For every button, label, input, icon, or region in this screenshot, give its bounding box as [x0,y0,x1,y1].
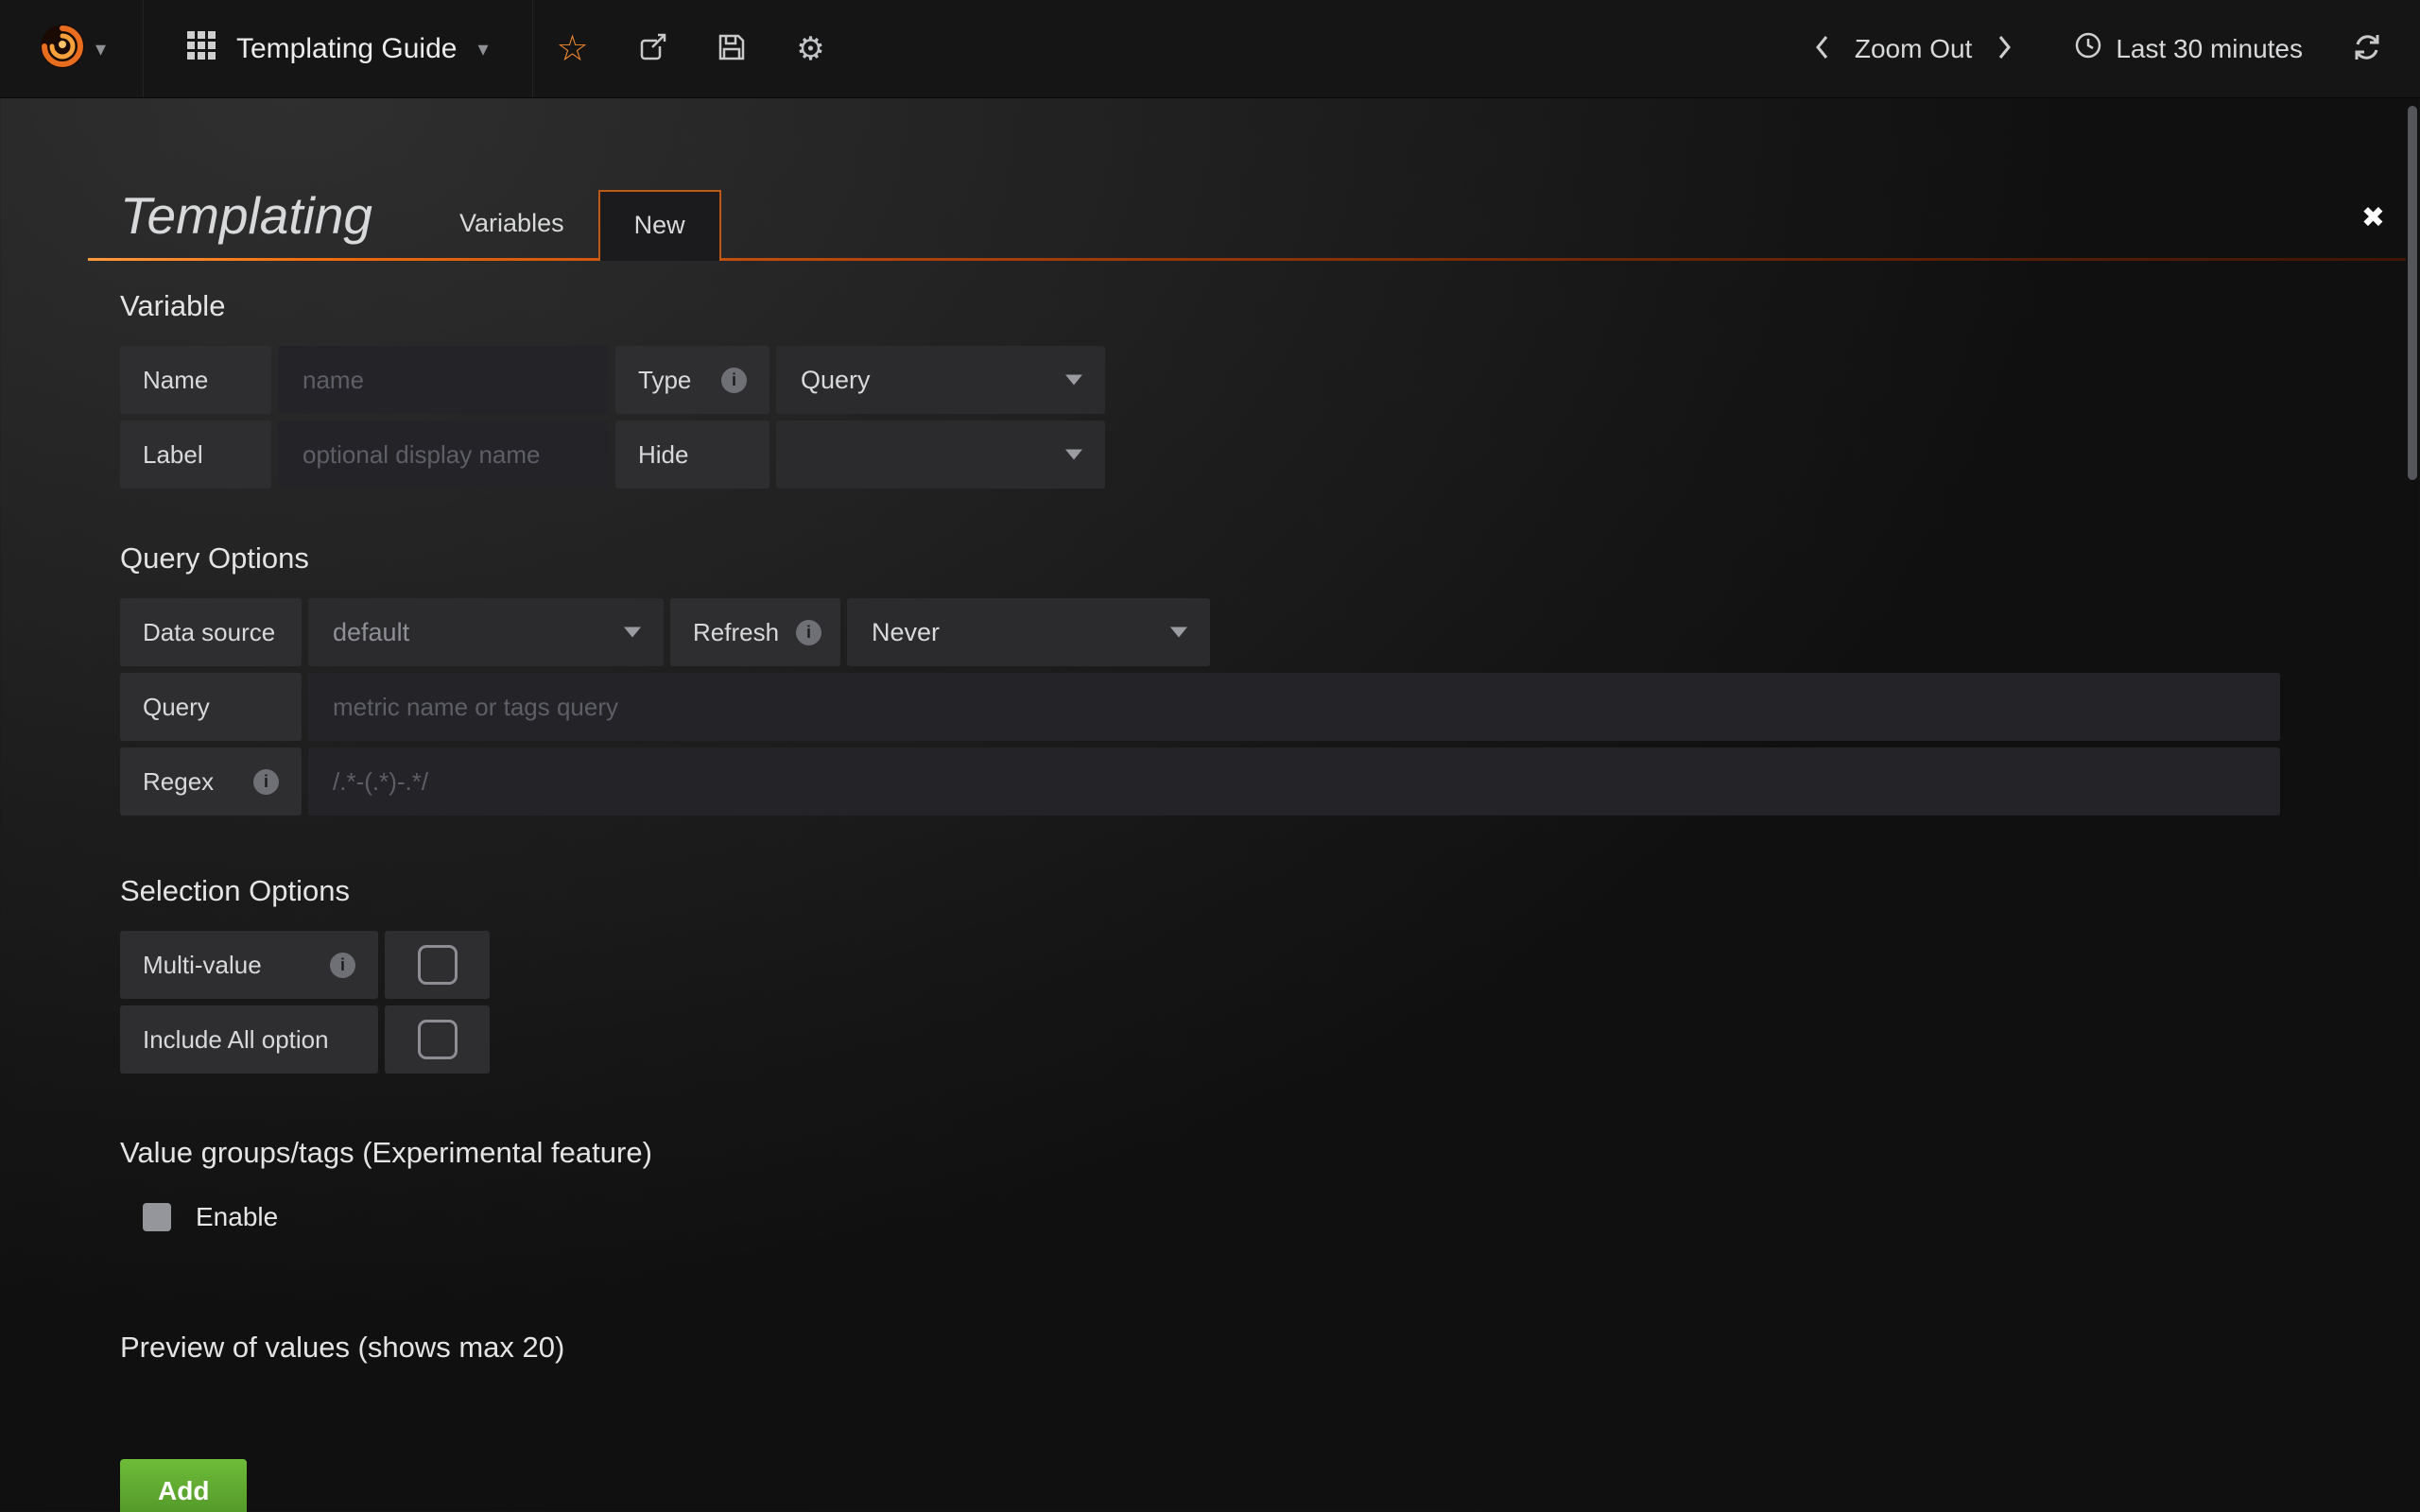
datasource-label: Data source [120,598,302,666]
scrollbar-thumb[interactable] [2408,106,2417,480]
hide-select[interactable] [776,421,1105,489]
query-options-section: Query Options Data source default Refres… [88,541,2406,816]
chevron-right-icon [1996,33,2014,64]
add-button[interactable]: Add [120,1459,247,1512]
info-icon: i [796,620,821,645]
page-title: Templating [88,185,372,261]
editor-header: Templating Variables New ✖ [88,185,2406,261]
refresh-select[interactable]: Never [847,598,1210,666]
caret-down-icon [1065,450,1082,460]
label-input[interactable] [278,421,609,489]
close-icon[interactable]: ✖ [2361,201,2406,246]
time-controls: Zoom Out Last 30 minutes [1800,0,2420,97]
caret-down-icon [1065,375,1082,386]
templating-editor: Templating Variables New ✖ Variable Name… [0,185,2420,1512]
variable-heading: Variable [120,289,2406,323]
refresh-select-value: Never [872,618,940,647]
label-label: Label [120,421,271,489]
star-icon: ☆ [556,31,588,67]
preview-heading: Preview of values (shows max 20) [120,1331,2406,1365]
type-select[interactable]: Query [776,346,1105,414]
refresh-label: Refresh i [670,598,840,666]
time-range-label: Last 30 minutes [2116,34,2303,64]
grafana-logo-icon [37,21,88,77]
query-input[interactable] [308,673,2280,741]
save-button[interactable] [692,0,771,97]
chevron-down-icon: ▾ [477,39,488,60]
type-label-text: Type [638,366,691,395]
enable-row: Enable [120,1202,2406,1232]
query-label: Query [120,673,302,741]
tab-new[interactable]: New [598,190,721,261]
row-datasource-refresh: Data source default Refresh i Never [120,598,2406,666]
share-icon [636,31,668,66]
regex-label: Regex i [120,747,302,816]
star-button[interactable]: ☆ [533,0,613,97]
value-groups-heading: Value groups/tags (Experimental feature) [120,1136,2406,1170]
hide-label: Hide [615,421,769,489]
query-options-heading: Query Options [120,541,2406,576]
refresh-button[interactable] [2352,32,2382,65]
shift-time-forward-button[interactable] [1983,33,2027,64]
datasource-select-value: default [333,618,409,647]
regex-input[interactable] [308,747,2280,816]
tab-underline [88,258,2406,261]
include-all-label: Include All option [120,1005,378,1074]
row-query: Query [120,673,2406,741]
type-select-value: Query [801,366,871,395]
value-groups-section: Value groups/tags (Experimental feature)… [88,1136,2406,1232]
preview-section: Preview of values (shows max 20) Add [88,1331,2406,1512]
tab-variables[interactable]: Variables [425,190,598,261]
refresh-icon [2352,32,2382,65]
dashboard-grid-icon [187,31,216,67]
info-icon: i [721,368,747,393]
grafana-logo-button[interactable]: ▾ [0,0,144,97]
save-icon [717,32,747,65]
info-icon: i [330,953,355,978]
time-range-picker-button[interactable]: Last 30 minutes [2074,31,2303,66]
selection-options-heading: Selection Options [120,874,2406,908]
chevron-down-icon: ▾ [95,39,106,60]
zoom-out-button[interactable]: Zoom Out [1843,34,1983,64]
variable-row-label-hide: Label Hide [120,421,2406,489]
name-label: Name [120,346,271,414]
selection-options-section: Selection Options Multi-value i Include … [88,874,2406,1074]
caret-down-icon [624,627,641,638]
dashboard-title: Templating Guide [236,33,457,65]
enable-checkbox[interactable] [143,1203,171,1231]
multi-value-label: Multi-value i [120,931,378,999]
dashboard-title-button[interactable]: Templating Guide ▾ [144,0,533,97]
navbar: ▾ Templating Guide ▾ ☆ [0,0,2420,98]
include-all-label-text: Include All option [143,1025,329,1055]
datasource-select[interactable]: default [308,598,664,666]
settings-button[interactable]: ⚙ [771,0,851,97]
navbar-spacer [851,0,1800,97]
include-all-checkbox[interactable] [385,1005,490,1074]
chevron-left-icon [1813,33,1830,64]
gear-icon: ⚙ [796,33,824,65]
share-button[interactable] [613,0,692,97]
row-regex: Regex i [120,747,2406,816]
multi-value-label-text: Multi-value [143,951,262,980]
row-include-all: Include All option [120,1005,2406,1074]
multi-value-checkbox[interactable] [385,931,490,999]
hide-label-text: Hide [638,440,688,470]
name-input[interactable] [278,346,609,414]
clock-icon [2074,31,2102,66]
checkbox-outline-icon [418,945,458,985]
checkbox-outline-icon [418,1020,458,1059]
row-multi-value: Multi-value i [120,931,2406,999]
variable-section: Variable Name Type i Query Label Hide [88,289,2406,489]
caret-down-icon [1170,627,1187,638]
refresh-label-text: Refresh [693,618,779,647]
type-label: Type i [615,346,769,414]
regex-label-text: Regex [143,767,214,797]
enable-label: Enable [196,1202,278,1232]
info-icon: i [253,769,279,795]
variable-row-name-type: Name Type i Query [120,346,2406,414]
shift-time-back-button[interactable] [1800,33,1843,64]
editor-tabs: Variables New [425,190,721,261]
